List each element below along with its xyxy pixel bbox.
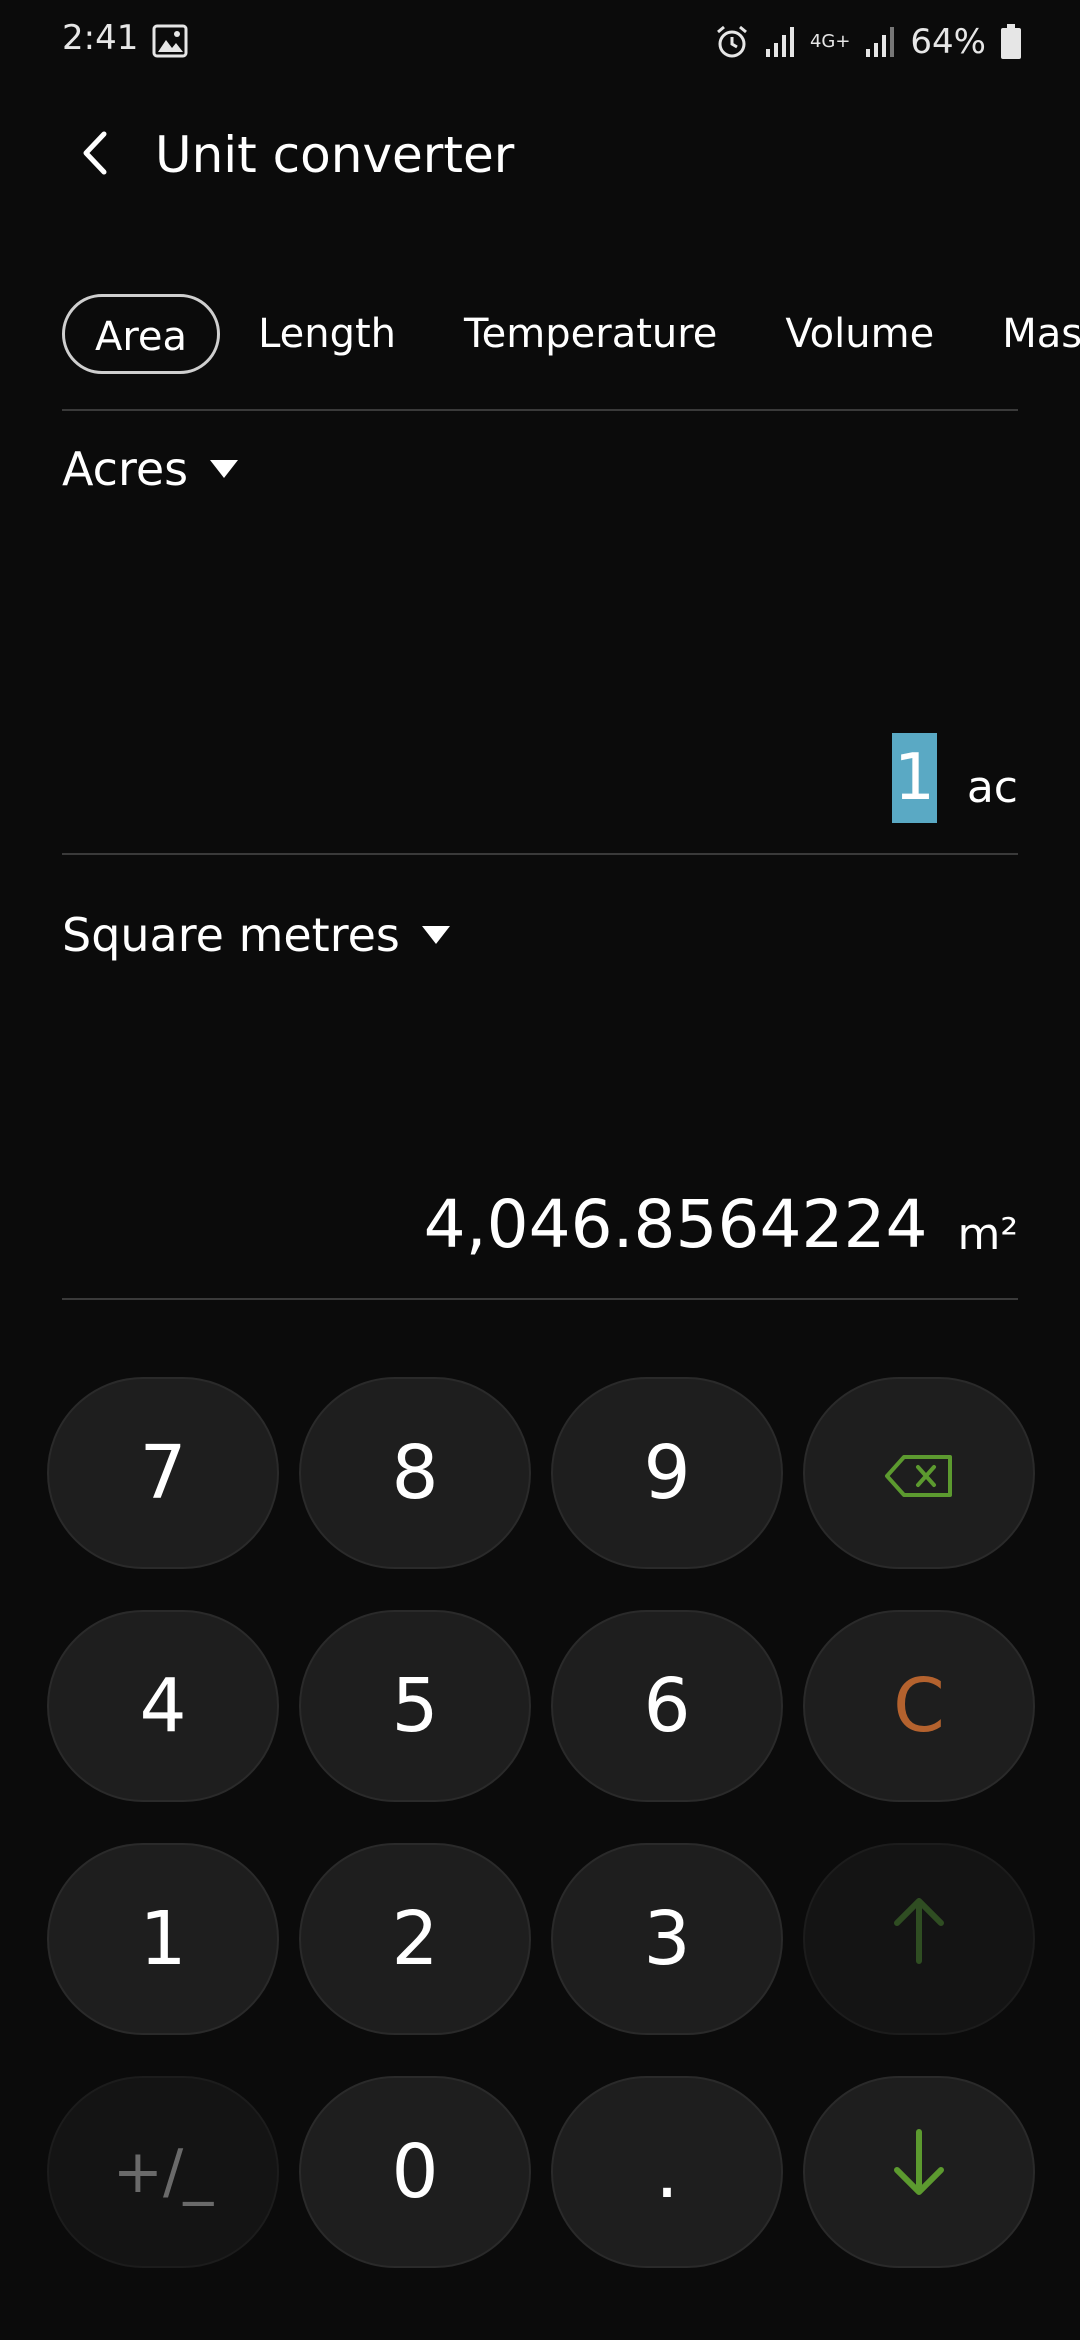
from-unit-name: Acres <box>62 442 189 496</box>
battery-icon <box>1000 24 1022 60</box>
arrow-up-icon <box>891 1895 947 1983</box>
key-9[interactable]: 9 <box>551 1377 783 1569</box>
move-up-button[interactable] <box>803 1843 1035 2035</box>
alarm-icon <box>714 24 750 60</box>
key-label: C <box>893 1663 945 1749</box>
key-label: 2 <box>391 1896 439 1982</box>
key-8[interactable]: 8 <box>299 1377 531 1569</box>
key-label: 9 <box>643 1430 691 1516</box>
tab-length[interactable]: Length <box>228 294 426 374</box>
battery-percent: 64% <box>910 22 986 62</box>
from-unit-dropdown[interactable]: Acres <box>62 442 239 496</box>
dropdown-arrow-icon <box>421 926 450 944</box>
gallery-icon <box>152 24 188 58</box>
to-unit-name: Square metres <box>62 908 400 962</box>
move-down-button[interactable] <box>803 2076 1035 2268</box>
signal-icon <box>864 25 896 59</box>
signal-icon <box>764 25 796 59</box>
from-value-row[interactable]: 1 ac <box>892 733 1018 823</box>
divider <box>62 409 1018 411</box>
key-label: 4 <box>139 1663 187 1749</box>
category-tabs: Area Length Temperature Volume Mass <box>62 292 1080 376</box>
key-label: 0 <box>391 2129 439 2215</box>
key-label: 6 <box>643 1663 691 1749</box>
tab-volume[interactable]: Volume <box>755 294 964 374</box>
tab-mass[interactable]: Mass <box>972 294 1080 374</box>
key-6[interactable]: 6 <box>551 1610 783 1802</box>
key-3[interactable]: 3 <box>551 1843 783 2035</box>
key-label: 1 <box>139 1896 187 1982</box>
to-unit-dropdown[interactable]: Square metres <box>62 908 450 962</box>
network-type: 4G+ <box>809 31 851 52</box>
status-bar: 2:41 4G+ 64% <box>0 0 1080 84</box>
from-value-input[interactable]: 1 <box>892 733 937 823</box>
back-icon <box>80 130 110 180</box>
from-unit-abbr: ac <box>966 762 1018 813</box>
key-label: 8 <box>391 1430 439 1516</box>
backspace-button[interactable] <box>803 1377 1035 1569</box>
divider <box>62 853 1018 855</box>
key-label: 7 <box>139 1430 187 1516</box>
decimal-button[interactable]: . <box>551 2076 783 2268</box>
dropdown-arrow-icon <box>210 460 239 478</box>
back-button[interactable] <box>60 120 130 190</box>
status-icons: 4G+ 64% <box>714 18 1022 66</box>
to-unit-abbr: m² <box>957 1209 1019 1260</box>
key-0[interactable]: 0 <box>299 2076 531 2268</box>
key-label: +/_ <box>112 2137 214 2207</box>
tab-area[interactable]: Area <box>62 294 221 374</box>
status-time: 2:41 <box>62 18 139 58</box>
key-label: 3 <box>643 1896 691 1982</box>
tab-temperature[interactable]: Temperature <box>434 294 747 374</box>
key-label: 5 <box>391 1663 439 1749</box>
clear-button[interactable]: C <box>803 1610 1035 1802</box>
to-value-output[interactable]: 4,046.8564224 <box>424 1180 928 1270</box>
backspace-icon <box>884 1430 954 1516</box>
key-7[interactable]: 7 <box>47 1377 279 1569</box>
key-4[interactable]: 4 <box>47 1610 279 1802</box>
key-label: . <box>655 2129 679 2215</box>
key-1[interactable]: 1 <box>47 1843 279 2035</box>
key-2[interactable]: 2 <box>299 1843 531 2035</box>
divider <box>62 1298 1018 1300</box>
key-5[interactable]: 5 <box>299 1610 531 1802</box>
arrow-down-icon <box>891 2128 947 2216</box>
to-value-row[interactable]: 4,046.8564224 m² <box>424 1180 1018 1270</box>
plus-minus-button[interactable]: +/_ <box>47 2076 279 2268</box>
page-title: Unit converter <box>155 126 515 184</box>
